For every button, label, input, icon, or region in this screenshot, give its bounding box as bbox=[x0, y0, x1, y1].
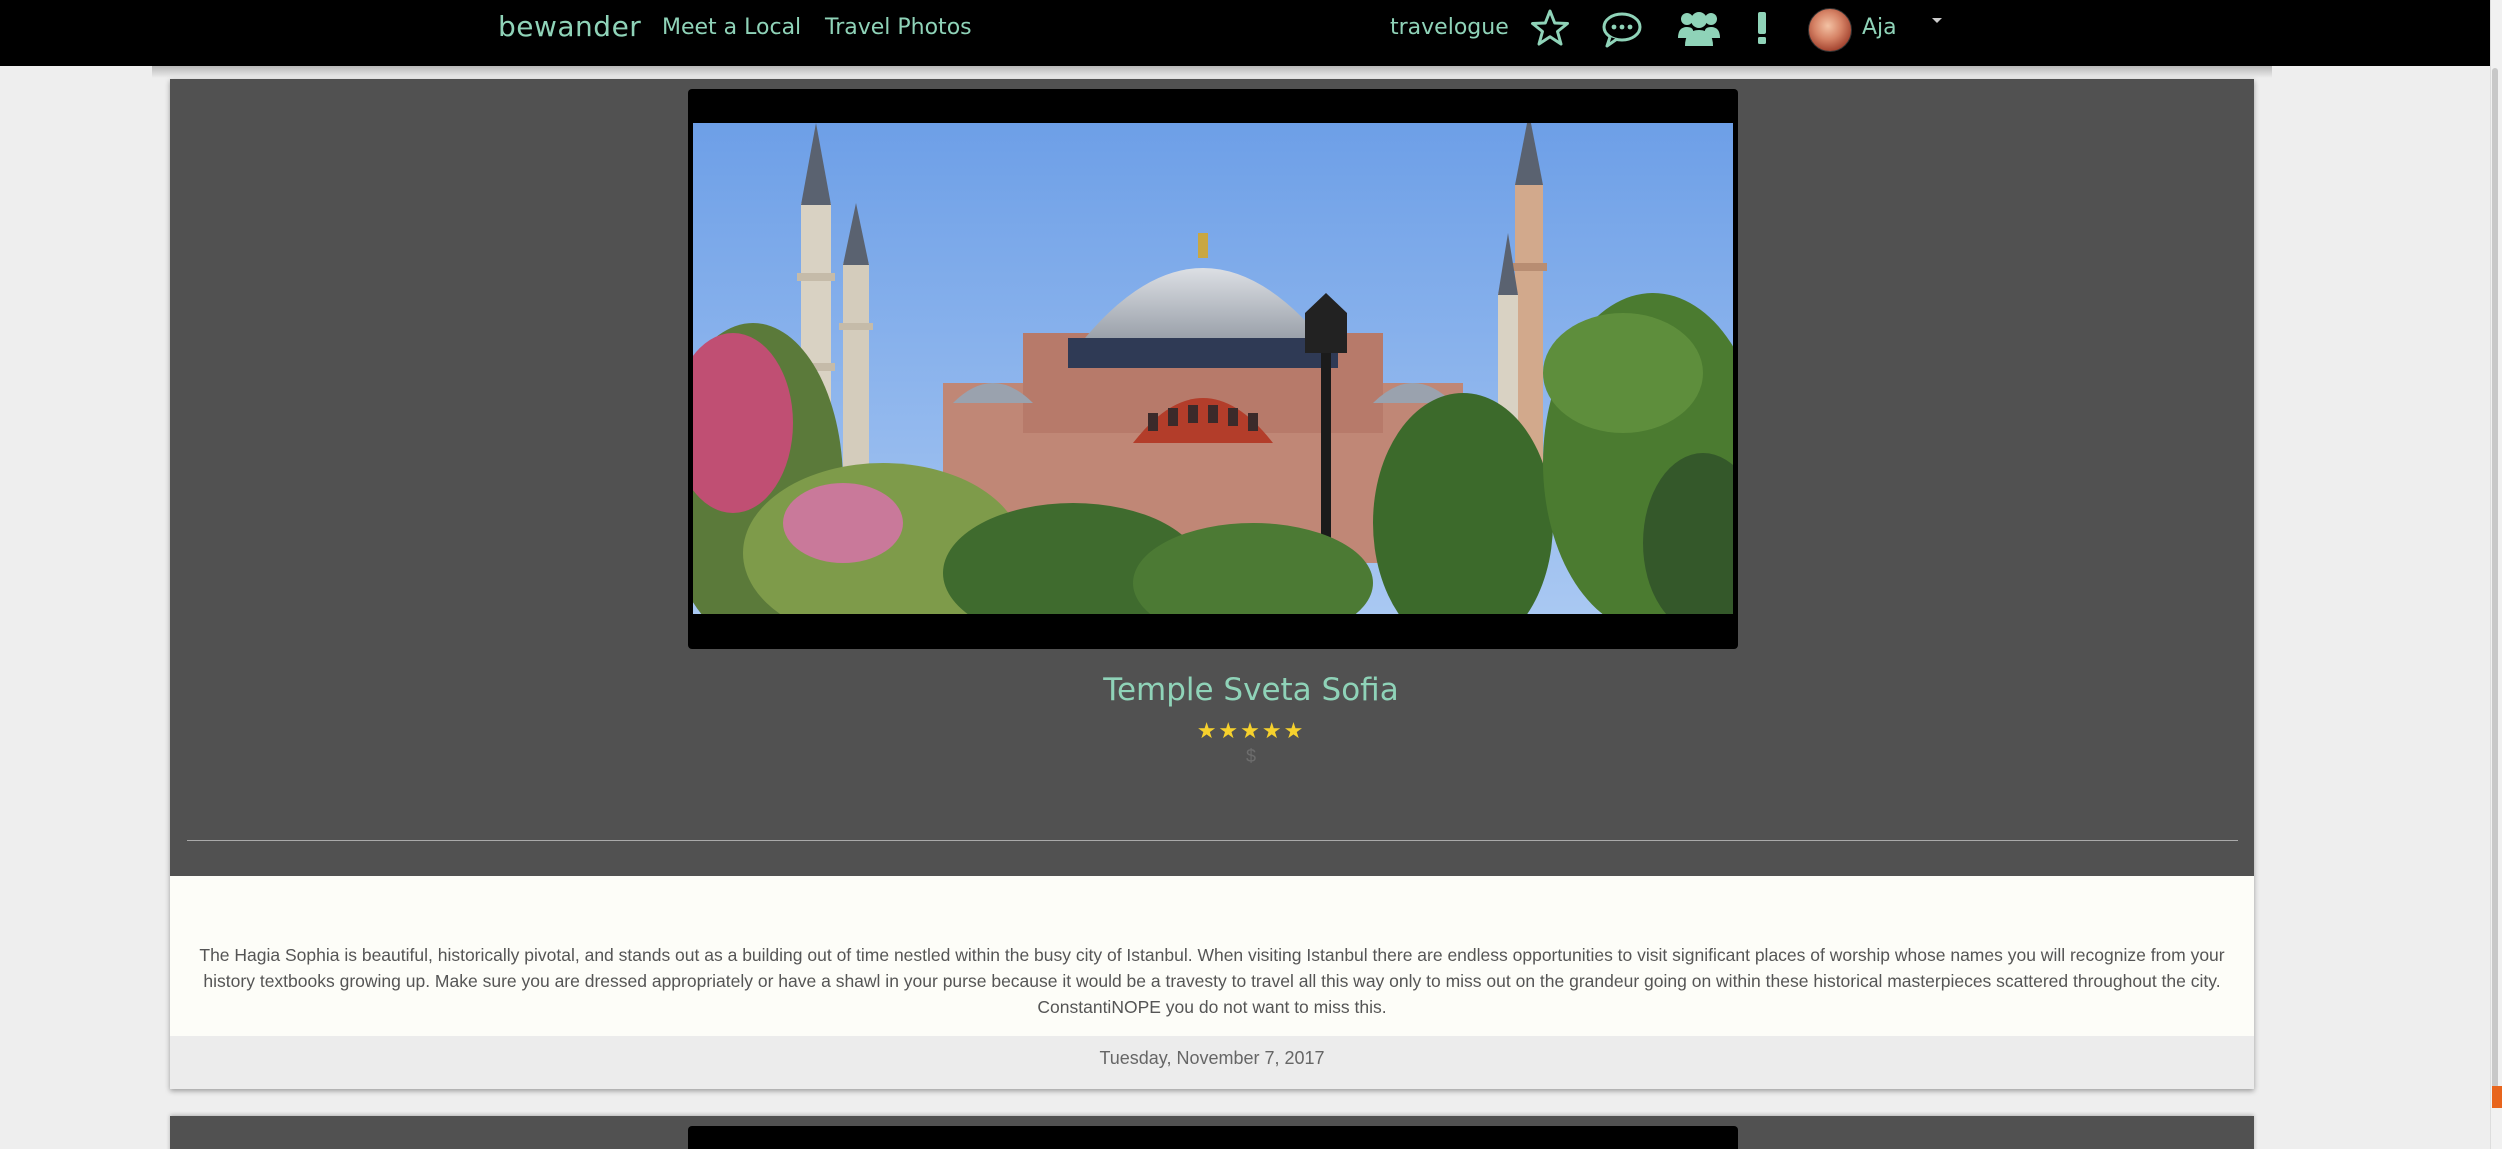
rating-stars: ★★★★★ bbox=[1196, 718, 1306, 743]
chat-icon[interactable] bbox=[1601, 10, 1643, 55]
price-level: $ bbox=[1245, 746, 1256, 766]
divider bbox=[187, 840, 2238, 841]
users-icon[interactable] bbox=[1677, 8, 1721, 53]
next-photo-frame bbox=[688, 1126, 1738, 1149]
nav-meet-a-local[interactable]: Meet a Local bbox=[662, 15, 801, 40]
alert-icon[interactable] bbox=[1754, 10, 1770, 51]
user-avatar[interactable] bbox=[1808, 8, 1852, 52]
top-navbar: bewander Meet a Local Travel Photos trav… bbox=[0, 0, 2490, 66]
post-description: The Hagia Sophia is beautiful, historica… bbox=[199, 945, 2225, 1017]
place-title[interactable]: Temple Sveta Sofia bbox=[0, 672, 2502, 708]
post-photo[interactable] bbox=[693, 123, 1733, 614]
navbar-shadow bbox=[152, 66, 2272, 78]
scrollbar-thumb[interactable] bbox=[2492, 68, 2498, 1088]
chevron-down-icon[interactable] bbox=[1932, 18, 1942, 23]
user-name[interactable]: Aja bbox=[1862, 15, 1897, 40]
nav-travel-photos[interactable]: Travel Photos bbox=[825, 15, 972, 40]
star-icon[interactable] bbox=[1530, 8, 1570, 53]
post-date: Tuesday, November 7, 2017 bbox=[1099, 1048, 1325, 1068]
brand-logo[interactable]: bewander bbox=[498, 10, 641, 43]
nav-travelogue[interactable]: travelogue bbox=[1390, 15, 1509, 40]
extension-badge bbox=[2492, 1086, 2502, 1108]
